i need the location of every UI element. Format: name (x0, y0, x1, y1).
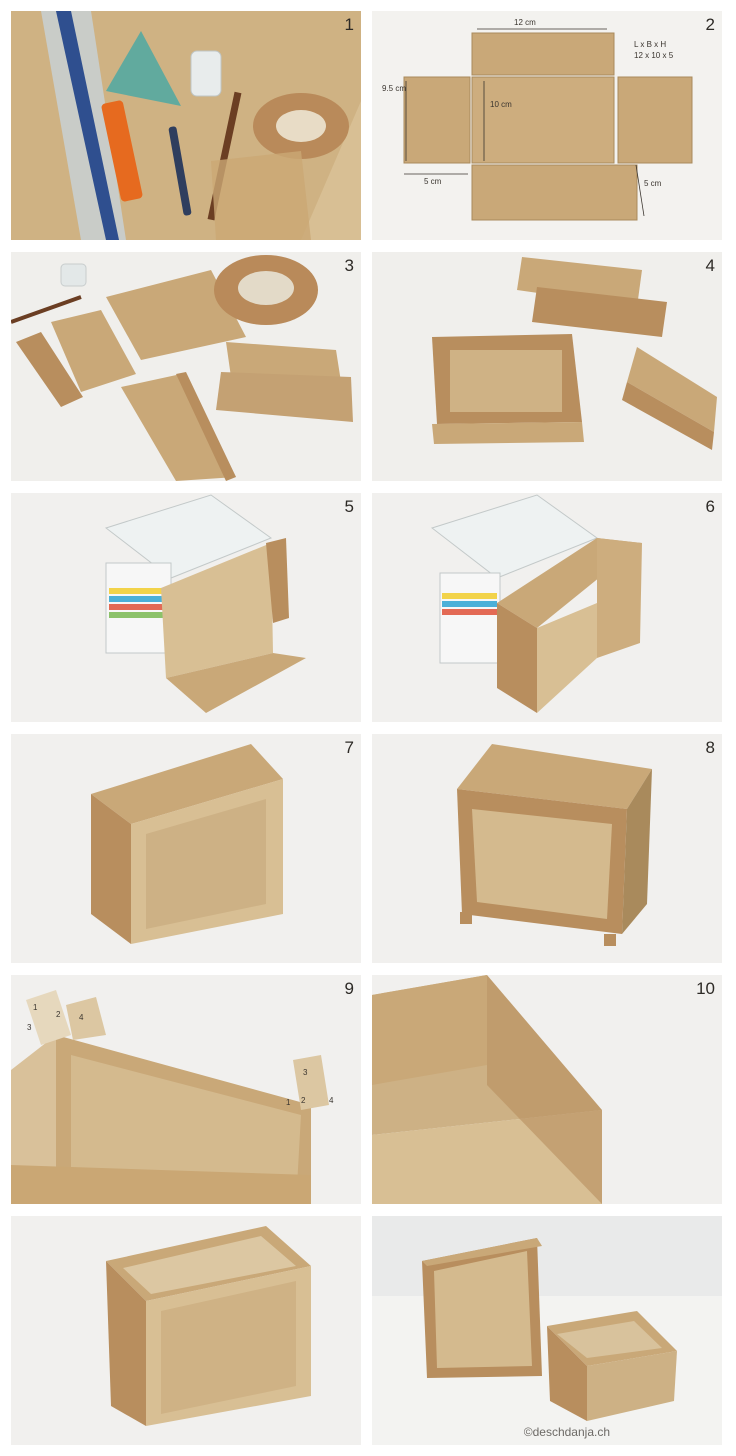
step-12-panel: ©deschdanja.ch (372, 1216, 722, 1445)
dim-length: 12 cm (514, 18, 536, 27)
flap-top (471, 32, 615, 76)
base (471, 76, 615, 164)
box-and-lid-photo (372, 1216, 722, 1445)
glass (60, 263, 87, 287)
step-number: 7 (344, 738, 354, 757)
step-number: 2 (705, 15, 715, 34)
step-6-panel: 6 (372, 493, 722, 722)
box-net-diagram: 12 cm 9.5 cm 10 cm 5 cm 5 cm L x B x H 1… (372, 11, 722, 240)
box-bottom-photo (372, 734, 722, 963)
dim-legend-line1: L x B x H (634, 40, 666, 49)
step-1-panel: 1 (11, 11, 361, 240)
finished-box-photo (11, 1216, 361, 1445)
copyright-credit: ©deschdanja.ch (523, 1425, 610, 1439)
glass-of-water (190, 50, 222, 97)
tape-mark: 2 (301, 1096, 306, 1105)
step-number: 10 (696, 979, 715, 998)
step-number: 5 (344, 497, 354, 516)
step-number: 1 (344, 15, 354, 34)
folding-photo-1 (11, 493, 361, 722)
step-3-panel: 3 (11, 252, 361, 481)
step-9-panel: 1 2 3 4 1 2 3 4 9 (11, 975, 361, 1204)
step-number: 6 (705, 497, 715, 516)
dim-legend-line2: 12 x 10 x 5 (634, 51, 674, 60)
dim-flap-left: 5 cm (424, 177, 442, 186)
taping-corners-photo: 1 2 3 4 1 2 3 4 (11, 975, 361, 1204)
folding-photo-2 (372, 493, 722, 722)
flap-left (403, 76, 471, 164)
step-4-panel: 4 (372, 252, 722, 481)
cut-pieces-photo (11, 252, 361, 481)
tape-mark: 3 (303, 1068, 308, 1077)
box-sides-photo (11, 734, 361, 963)
taped-edges-photo (372, 975, 722, 1204)
step-number: 8 (705, 738, 715, 757)
flap-bottom (471, 164, 638, 221)
tape-mark: 4 (79, 1013, 84, 1022)
tape-mark: 2 (56, 1010, 61, 1019)
step-5-panel: 5 (11, 493, 361, 722)
step-10-panel: 10 (372, 975, 722, 1204)
step-number: 9 (344, 979, 354, 998)
step-number: 4 (705, 256, 715, 275)
flap-right (617, 76, 693, 164)
step-2-panel: 12 cm 9.5 cm 10 cm 5 cm 5 cm L x B x H 1… (372, 11, 722, 240)
dim-inner: 10 cm (490, 100, 512, 109)
step-number: 3 (344, 256, 354, 275)
dim-height-side: 9.5 cm (382, 84, 406, 93)
taped-base-photo (372, 252, 722, 481)
tape-mark: 4 (329, 1096, 334, 1105)
step-11-panel (11, 1216, 361, 1445)
tape-mark: 3 (27, 1023, 32, 1032)
dim-flap-bottom: 5 cm (644, 179, 662, 188)
tape-mark: 1 (33, 1003, 38, 1012)
tape-mark: 1 (286, 1098, 291, 1107)
step-8-panel: 8 (372, 734, 722, 963)
tools-photo (11, 11, 361, 240)
step-7-panel: 7 (11, 734, 361, 963)
